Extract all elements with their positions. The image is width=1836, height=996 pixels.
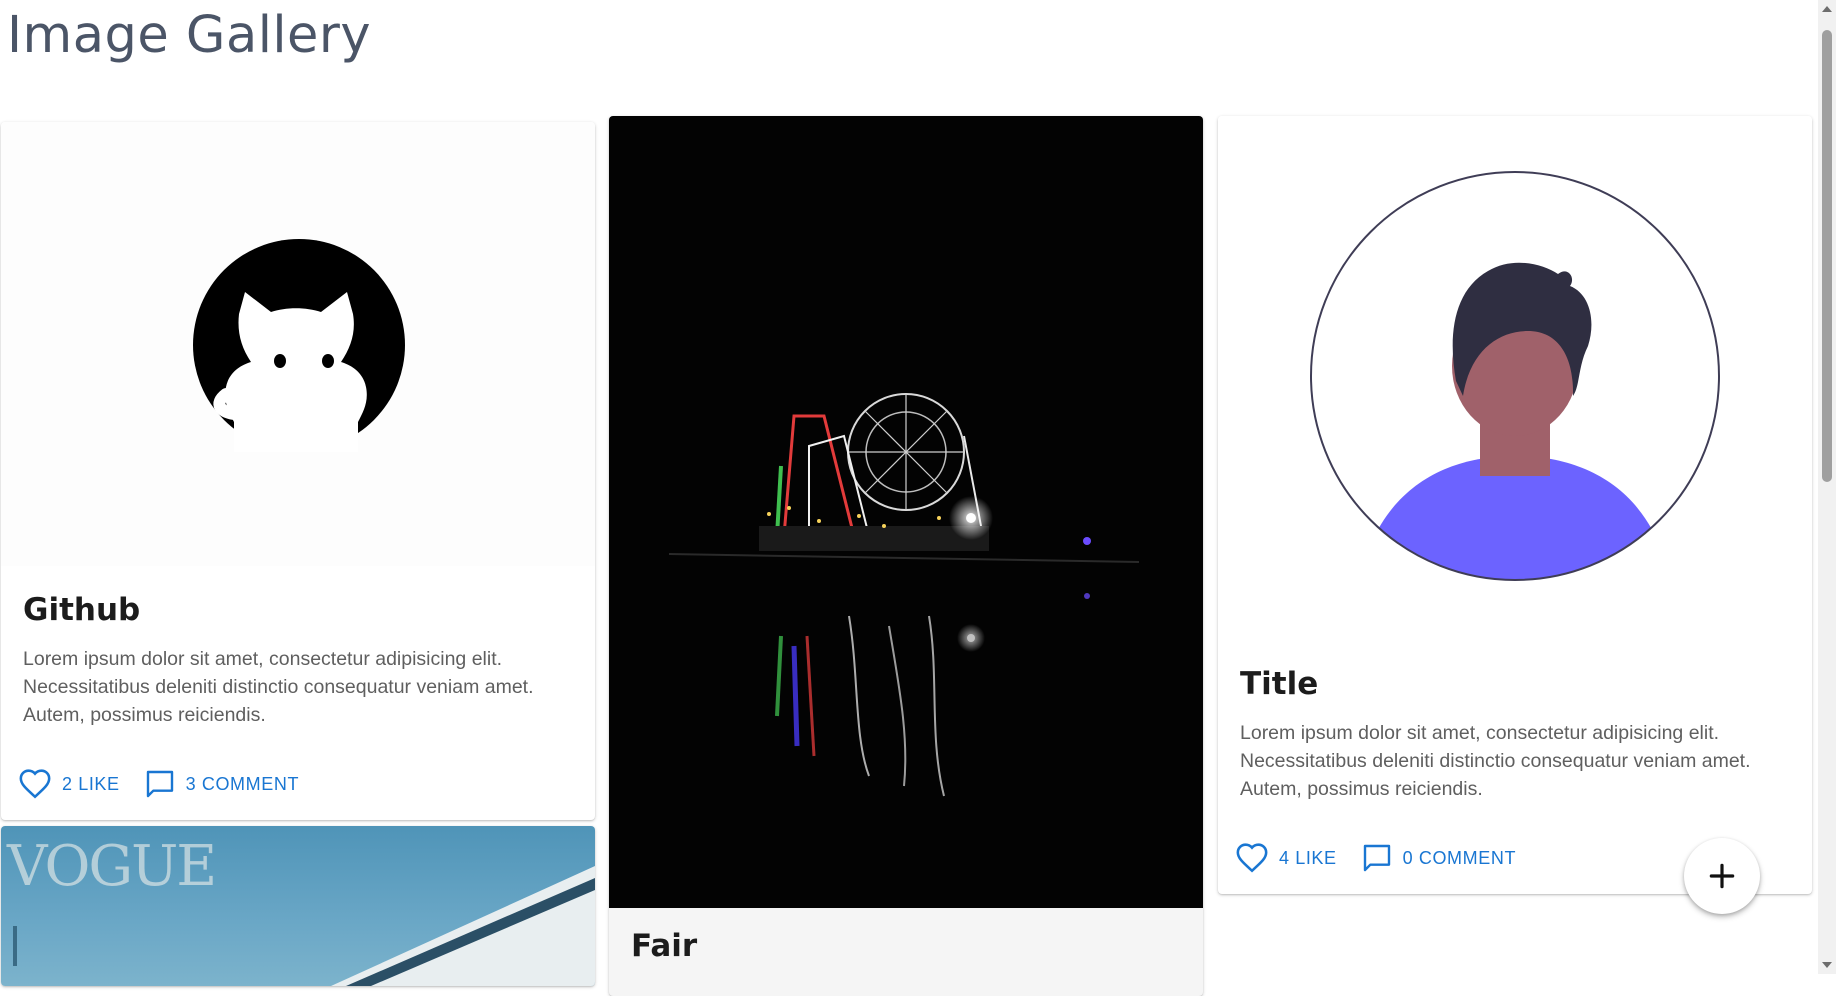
- fair-night-photo: [668, 393, 1140, 797]
- like-button[interactable]: 2 LIKE: [18, 768, 120, 800]
- card-vogue: VOGUE: [1, 826, 595, 986]
- card-image-avatar: [1218, 116, 1812, 616]
- comment-icon: [1363, 844, 1390, 872]
- comment-count-label: 3 COMMENT: [185, 773, 300, 794]
- comment-button[interactable]: 0 COMMENT: [1361, 842, 1516, 874]
- comment-button[interactable]: 3 COMMENT: [144, 768, 299, 800]
- card-description: Lorem ipsum dolor sit amet, consectetur …: [23, 648, 534, 726]
- comment-icon: [146, 770, 173, 798]
- heart-icon: [1236, 843, 1268, 873]
- card-fair: Fair: [609, 116, 1203, 996]
- card-actions: 4 LIKE 0 COMMENT: [1235, 842, 1540, 874]
- scroll-down-arrow-icon[interactable]: [1822, 962, 1832, 968]
- card-github: Github Lorem ipsum dolor sit amet, conse…: [1, 122, 595, 820]
- scroll-up-arrow-icon[interactable]: [1822, 6, 1832, 12]
- card-actions: 2 LIKE 3 COMMENT: [18, 768, 323, 800]
- comment-count-label: 0 COMMENT: [1402, 847, 1517, 868]
- like-count-label: 2 LIKE: [62, 773, 120, 794]
- card-image-github: [1, 122, 595, 566]
- heart-icon: [19, 769, 51, 799]
- vogue-masthead-text: VOGUE: [7, 834, 217, 899]
- plus-icon: [1709, 863, 1735, 889]
- vertical-scrollbar[interactable]: [1818, 0, 1836, 974]
- card-image-vogue: VOGUE: [1, 826, 595, 986]
- avatar-illustration: [1310, 171, 1720, 581]
- page-title: Image Gallery: [7, 6, 372, 65]
- like-count-label: 4 LIKE: [1279, 847, 1337, 868]
- card-title: Github: [23, 592, 141, 628]
- scrollbar-thumb[interactable]: [1822, 30, 1832, 482]
- card-description: Lorem ipsum dolor sit amet, consectetur …: [1240, 722, 1751, 800]
- card-title: Fair: [631, 928, 698, 964]
- card-title-avatar: Title Lorem ipsum dolor sit amet, consec…: [1218, 116, 1812, 894]
- github-logo-icon: [193, 239, 405, 452]
- like-button[interactable]: 4 LIKE: [1235, 842, 1337, 874]
- card-image-fair: [609, 116, 1203, 908]
- add-image-button[interactable]: [1684, 838, 1760, 914]
- card-title: Title: [1240, 666, 1319, 702]
